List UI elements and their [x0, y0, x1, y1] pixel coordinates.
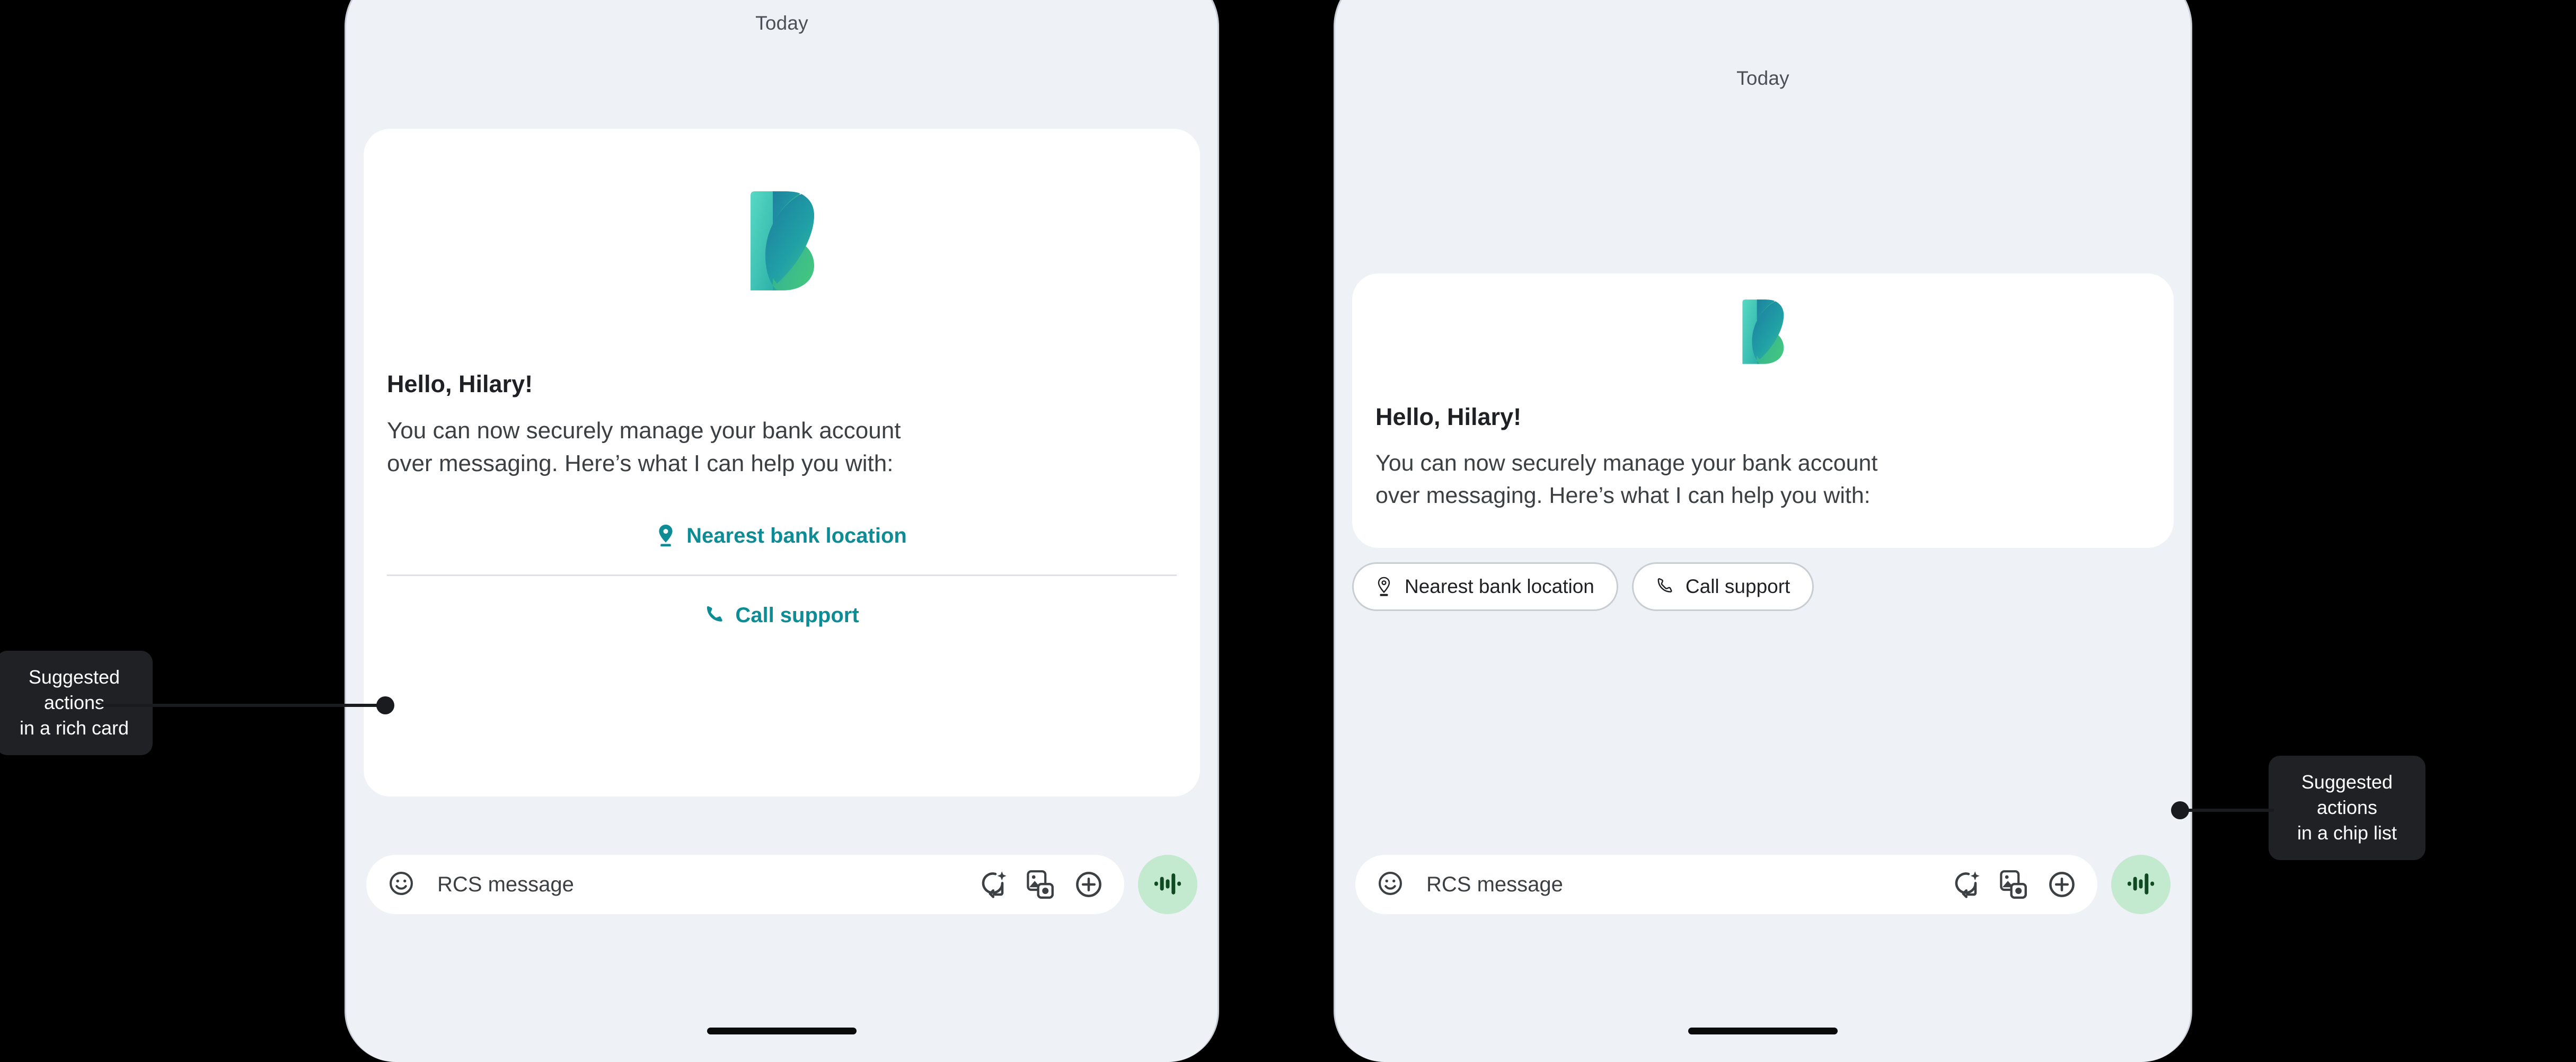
location-pin-icon — [657, 525, 675, 547]
annotation-anchor-dot — [2171, 801, 2189, 819]
screen-rich-card: Today Hello, Hilary! You can now securel… — [346, 0, 1218, 1062]
suggested-action-chip-list: Nearest bank location Call support — [1352, 562, 1814, 611]
suggested-action-label: Nearest bank location — [686, 524, 907, 547]
chip-call-support[interactable]: Call support — [1631, 562, 1814, 611]
annotation-line-2: in a rich card — [19, 717, 129, 739]
voice-waveform-icon — [1153, 869, 1182, 900]
emoji-smiley-icon[interactable] — [387, 870, 415, 900]
card-body-text: You can now securely manage your bank ac… — [1375, 450, 1878, 509]
card-greeting: Hello, Hilary! — [1375, 403, 1522, 430]
chip-nearest-bank-location[interactable]: Nearest bank location — [1352, 562, 1618, 611]
suggested-action-divider — [387, 574, 1177, 576]
suggested-action-nearest-bank-location[interactable]: Nearest bank location — [364, 524, 1200, 548]
gallery-camera-icon[interactable] — [1026, 870, 1055, 899]
plus-circle-icon[interactable] — [2048, 870, 2076, 899]
emoji-smiley-icon[interactable] — [1377, 870, 1404, 900]
brand-logo-wrapper — [364, 190, 1200, 291]
gallery-camera-icon[interactable] — [1999, 870, 2028, 899]
card-greeting: Hello, Hilary! — [387, 370, 533, 397]
input-bar-icons — [979, 870, 1103, 899]
rcs-message-input[interactable]: RCS message — [366, 855, 1124, 914]
voice-input-button[interactable] — [1138, 855, 1197, 914]
message-input-bar: RCS message — [366, 855, 1197, 914]
annotation-line-1: Suggested actions — [2301, 771, 2393, 819]
chat-bubble-card: Hello, Hilary! You can now securely mana… — [1352, 273, 2174, 548]
location-pin-icon — [1376, 577, 1392, 597]
card-body-text: You can now securely manage your bank ac… — [387, 418, 901, 477]
magic-compose-icon[interactable] — [979, 870, 1007, 899]
annotation-leader-line — [125, 704, 385, 707]
chip-label: Nearest bank location — [1405, 576, 1594, 597]
phone-call-icon — [704, 605, 724, 626]
phone-rich-card: Today Hello, Hilary! You can now securel… — [345, 0, 1219, 1062]
home-indicator — [1688, 1028, 1838, 1034]
home-indicator — [707, 1028, 857, 1034]
input-bar-icons — [1952, 870, 2076, 899]
plus-circle-icon[interactable] — [1074, 870, 1103, 899]
brand-logo-wrapper — [1352, 299, 2174, 365]
screen-chip-list: Today Hello, Hilary! You can now securel… — [1335, 0, 2191, 1062]
bank-logo-b-icon — [749, 190, 815, 291]
rich-card: Hello, Hilary! You can now securely mana… — [364, 129, 1200, 796]
bank-logo-b-icon — [1742, 299, 1784, 365]
chip-label: Call support — [1685, 576, 1790, 597]
annotation-line-1: Suggested actions — [28, 666, 120, 714]
suggested-action-call-support[interactable]: Call support — [364, 604, 1200, 627]
annotation-chip-list: Suggested actions in a chip list — [2269, 756, 2425, 860]
phone-call-icon — [1656, 577, 1673, 597]
annotation-line-2: in a chip list — [2297, 822, 2397, 844]
annotation-leader-line — [2178, 809, 2274, 812]
rcs-message-input[interactable]: RCS message — [1355, 855, 2097, 914]
voice-input-button[interactable] — [2111, 855, 2171, 914]
date-separator: Today — [755, 12, 808, 34]
message-input-bar: RCS message — [1355, 855, 2171, 914]
magic-compose-icon[interactable] — [1952, 870, 1980, 899]
rcs-message-placeholder: RCS message — [437, 872, 574, 896]
voice-waveform-icon — [2127, 869, 2155, 900]
rcs-message-placeholder: RCS message — [1426, 872, 1563, 896]
suggested-action-label: Call support — [735, 603, 859, 627]
date-separator: Today — [1736, 67, 1789, 89]
annotation-rich-card: Suggested actions in a rich card — [0, 651, 153, 755]
phone-chip-list: Today Hello, Hilary! You can now securel… — [1334, 0, 2192, 1062]
